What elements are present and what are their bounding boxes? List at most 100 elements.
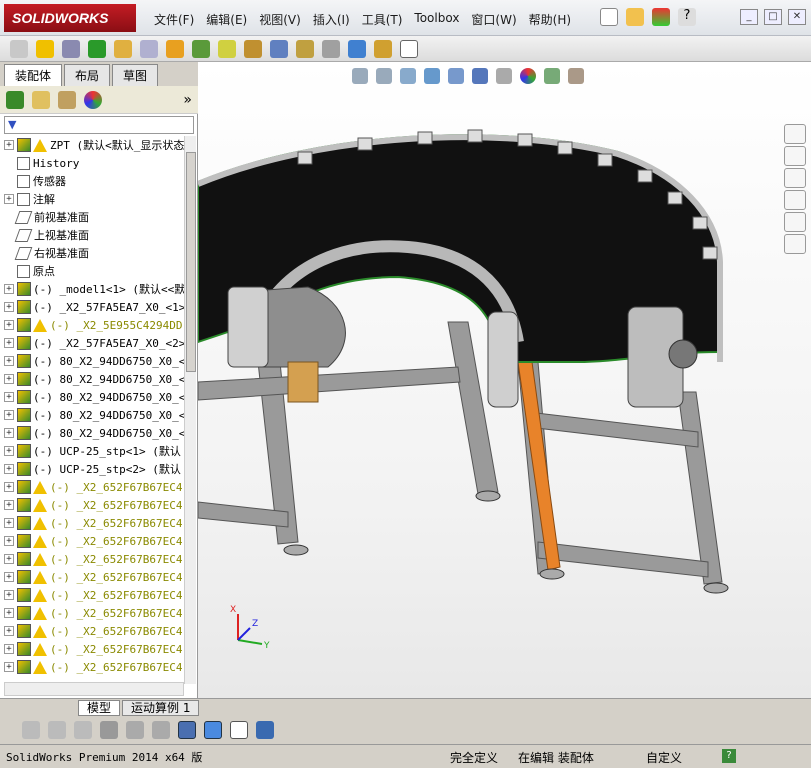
tree-item[interactable]: + (-) _X2_652F67B67EC4	[0, 478, 184, 496]
expand-toggle-icon[interactable]: +	[4, 140, 14, 150]
tree-filter-input[interactable]: ▼	[4, 116, 194, 134]
tree-horizontal-scrollbar[interactable]	[4, 682, 184, 696]
tree-item[interactable]: + (-) 80_X2_94DD6750_X0_<	[0, 388, 184, 406]
tree-item[interactable]: + (-) _X2_57FA5EA7_X0_<1>	[0, 298, 184, 316]
tree-item[interactable]: 前视基准面	[0, 208, 184, 226]
tree-item[interactable]: 原点	[0, 262, 184, 280]
tree-item[interactable]: + (-) 80_X2_94DD6750_X0_<	[0, 424, 184, 442]
expand-toggle-icon[interactable]: +	[4, 392, 14, 402]
tree-item[interactable]: + (-) UCP-25_stp<2> (默认	[0, 460, 184, 478]
tree-item[interactable]: + (-) 80_X2_94DD6750_X0_<	[0, 406, 184, 424]
tree-item[interactable]: + ZPT (默认<默认_显示状态	[0, 136, 184, 154]
display-manager-icon[interactable]	[84, 90, 102, 109]
expand-toggle-icon[interactable]: +	[4, 320, 14, 330]
app-logo[interactable]: SOLIDWORKS	[4, 4, 136, 32]
conveyor-model[interactable]: X Y Z	[196, 62, 811, 698]
component-icon[interactable]	[114, 39, 132, 58]
expand-toggle-icon[interactable]: +	[4, 464, 14, 474]
zoom-area-icon[interactable]	[376, 68, 392, 84]
view-layout-icon[interactable]	[178, 721, 196, 739]
maximize-button[interactable]: □	[764, 9, 782, 25]
menu-help[interactable]: 帮助(H)	[523, 9, 577, 30]
measure-icon[interactable]	[348, 39, 366, 58]
smart-fasteners-icon[interactable]	[218, 39, 236, 58]
tree-item[interactable]: + (-) 80_X2_94DD6750_X0_<	[0, 352, 184, 370]
tree-item[interactable]: + (-) _X2_652F67B67EC4	[0, 586, 184, 604]
expand-toggle-icon[interactable]: +	[4, 482, 14, 492]
tree-item[interactable]: + (-) _X2_652F67B67EC4	[0, 658, 184, 676]
tree-item[interactable]: + (-) _X2_652F67B67EC4	[0, 604, 184, 622]
tree-item[interactable]: + (-) 80_X2_94DD6750_X0_<	[0, 370, 184, 388]
expand-toggle-icon[interactable]: +	[4, 302, 14, 312]
display-style-icon[interactable]	[472, 68, 488, 84]
design-library-icon[interactable]	[784, 146, 806, 166]
edit-appearance-icon[interactable]	[520, 68, 536, 84]
hide-show-items-icon[interactable]	[496, 68, 512, 84]
tree-item[interactable]: + (-) UCP-25_stp<1> (默认	[0, 442, 184, 460]
tree-item[interactable]: + (-) _X2_652F67B67EC4	[0, 568, 184, 586]
expand-toggle-icon[interactable]: +	[4, 374, 14, 384]
tab-layout[interactable]: 布局	[64, 64, 111, 86]
tree-item[interactable]: 上视基准面	[0, 226, 184, 244]
appearances-icon[interactable]	[784, 212, 806, 232]
tree-item[interactable]: + (-) _model1<1> (默认<<默	[0, 280, 184, 298]
expand-toggle-icon[interactable]: +	[4, 644, 14, 654]
view-orientation-icon[interactable]	[140, 39, 158, 58]
property-manager-icon[interactable]	[32, 90, 50, 109]
zoom-to-fit-icon[interactable]	[352, 68, 368, 84]
tree-item[interactable]: + (-) _X2_652F67B67EC4	[0, 514, 184, 532]
configuration-manager-icon[interactable]	[58, 90, 76, 109]
sheet-icon[interactable]	[400, 39, 418, 58]
save-layout-icon[interactable]	[256, 721, 274, 739]
menu-view[interactable]: 视图(V)	[253, 9, 307, 30]
tab-model[interactable]: 模型	[78, 699, 121, 716]
expand-toggle-icon[interactable]: +	[4, 428, 14, 438]
tab-assembly[interactable]: 装配体	[4, 64, 63, 86]
explode-view-icon[interactable]	[270, 39, 288, 58]
help-icon[interactable]: ?	[722, 749, 736, 763]
close-button[interactable]: ✕	[788, 9, 806, 25]
expand-toggle-icon[interactable]: +	[4, 590, 14, 600]
expand-chevron-icon[interactable]: »	[183, 92, 192, 108]
expand-toggle-icon[interactable]: +	[4, 662, 14, 672]
help-icon[interactable]: ?	[678, 8, 696, 26]
menu-tools[interactable]: 工具(T)	[356, 9, 409, 30]
model-view-icon[interactable]	[204, 721, 222, 739]
tree-item[interactable]: + (-) _X2_652F67B67EC4	[0, 496, 184, 514]
tree-item[interactable]: + (-) _X2_652F67B67EC4	[0, 640, 184, 658]
apply-scene-icon[interactable]	[544, 68, 560, 84]
expand-toggle-icon[interactable]: +	[4, 446, 14, 456]
home-icon[interactable]	[784, 124, 806, 144]
tree-item[interactable]: History	[0, 154, 184, 172]
tree-item[interactable]: 右视基准面	[0, 244, 184, 262]
mate-icon[interactable]	[88, 39, 106, 58]
mass-properties-icon[interactable]	[374, 39, 392, 58]
sort-icon[interactable]	[152, 721, 170, 739]
minimize-button[interactable]: _	[740, 9, 758, 25]
expand-toggle-icon[interactable]: +	[4, 194, 14, 204]
rebuild-traffic-light-icon[interactable]	[652, 8, 670, 26]
list-icon[interactable]	[100, 721, 118, 739]
tree-item[interactable]: + (-) _X2_5E955C4294DD	[0, 316, 184, 334]
table-icon[interactable]	[230, 721, 248, 739]
previous-view-icon[interactable]	[400, 68, 416, 84]
menu-edit[interactable]: 编辑(E)	[200, 9, 253, 30]
tab-motion-study[interactable]: 运动算例 1	[122, 699, 200, 716]
settings-icon[interactable]	[244, 39, 262, 58]
expand-toggle-icon[interactable]: +	[4, 536, 14, 546]
tree-vertical-scrollbar[interactable]	[184, 136, 196, 684]
menu-insert[interactable]: 插入(I)	[307, 9, 356, 30]
units-status[interactable]: 自定义	[646, 749, 682, 766]
tree-item[interactable]: + (-) _X2_57FA5EA7_X0_<2>	[0, 334, 184, 352]
custom-properties-icon[interactable]	[784, 234, 806, 254]
paperclip-icon[interactable]	[62, 39, 80, 58]
view-palette-icon[interactable]	[784, 190, 806, 210]
tree-item[interactable]: + (-) _X2_652F67B67EC4	[0, 622, 184, 640]
expand-toggle-icon[interactable]: +	[4, 572, 14, 582]
expand-toggle-icon[interactable]: +	[4, 356, 14, 366]
tree-item[interactable]: + (-) _X2_652F67B67EC4	[0, 532, 184, 550]
graphics-viewport[interactable]: X Y Z	[196, 62, 811, 698]
view-settings-icon[interactable]	[568, 68, 584, 84]
expand-toggle-icon[interactable]: +	[4, 338, 14, 348]
grid-icon[interactable]	[126, 721, 144, 739]
